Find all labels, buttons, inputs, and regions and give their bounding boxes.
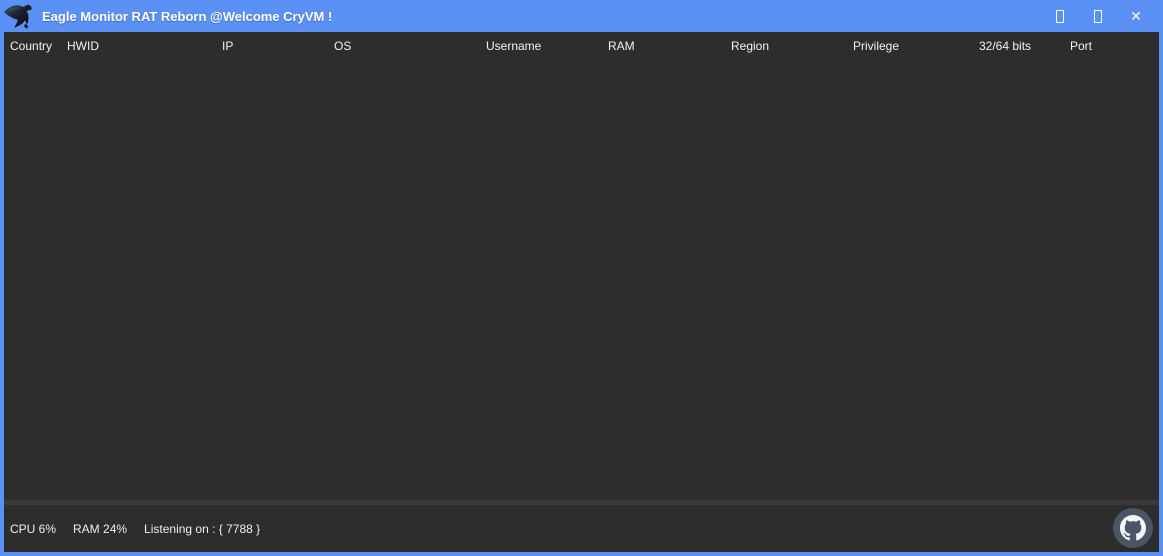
column-header-country[interactable]: Country xyxy=(10,39,52,53)
column-header-hwid[interactable]: HWID xyxy=(67,39,99,53)
minimize-icon xyxy=(1056,10,1064,23)
cpu-usage-label: CPU 6% xyxy=(10,522,56,536)
statusbar: CPU 6% RAM 24% Listening on : { 7788 } xyxy=(4,505,1159,552)
client-list[interactable] xyxy=(4,60,1159,500)
listening-port-label: Listening on : { 7788 } xyxy=(144,522,260,536)
close-icon: ✕ xyxy=(1130,9,1142,23)
minimize-button[interactable] xyxy=(1041,0,1079,32)
column-header-username[interactable]: Username xyxy=(486,39,541,53)
main-panel: Country HWID IP OS Username RAM Region P… xyxy=(4,32,1159,552)
column-header-port[interactable]: Port xyxy=(1070,39,1092,53)
table-header: Country HWID IP OS Username RAM Region P… xyxy=(4,32,1159,60)
column-header-ip[interactable]: IP xyxy=(222,39,233,53)
window-title: Eagle Monitor RAT Reborn @Welcome CryVM … xyxy=(42,9,332,24)
app-window: Eagle Monitor RAT Reborn @Welcome CryVM … xyxy=(0,0,1163,556)
column-header-privilege[interactable]: Privilege xyxy=(853,39,899,53)
titlebar[interactable]: Eagle Monitor RAT Reborn @Welcome CryVM … xyxy=(0,0,1163,32)
eagle-logo-icon xyxy=(3,2,40,32)
maximize-button[interactable] xyxy=(1079,0,1117,32)
column-header-os[interactable]: OS xyxy=(334,39,351,53)
column-header-ram[interactable]: RAM xyxy=(608,39,635,53)
github-button[interactable] xyxy=(1113,508,1153,548)
github-icon xyxy=(1120,515,1146,541)
column-header-region[interactable]: Region xyxy=(731,39,769,53)
maximize-icon xyxy=(1094,10,1102,23)
window-controls: ✕ xyxy=(1041,0,1163,32)
ram-usage-label: RAM 24% xyxy=(73,522,127,536)
close-button[interactable]: ✕ xyxy=(1117,0,1155,32)
column-header-bits[interactable]: 32/64 bits xyxy=(979,39,1031,53)
